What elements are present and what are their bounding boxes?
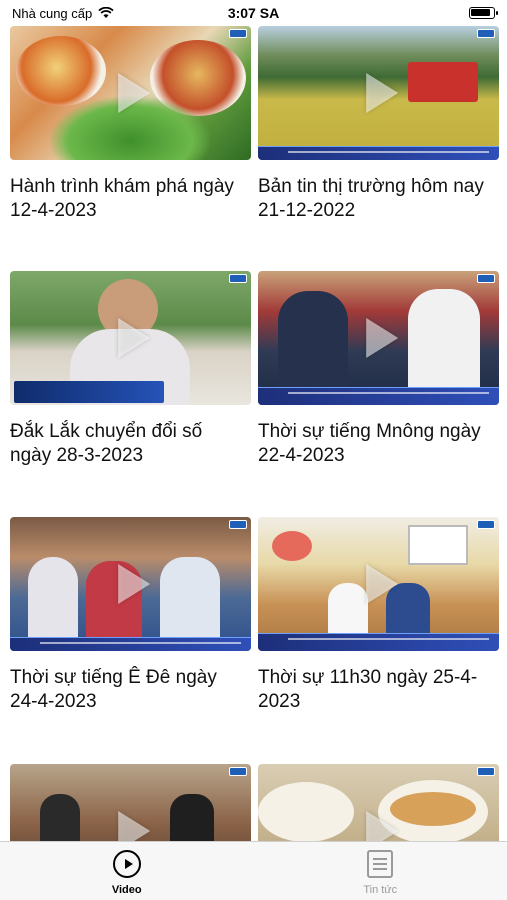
tab-news-label: Tin tức bbox=[363, 884, 398, 896]
video-title[interactable]: Thời sự tiếng Ê Đê ngày 24-4-2023 bbox=[10, 666, 251, 714]
video-card[interactable] bbox=[10, 764, 251, 841]
status-left: Nhà cung cấp bbox=[12, 6, 114, 21]
play-icon bbox=[365, 564, 398, 604]
channel-logo bbox=[229, 767, 247, 776]
tab-video[interactable]: Video bbox=[0, 842, 254, 900]
video-thumbnail[interactable] bbox=[258, 26, 499, 160]
play-icon bbox=[117, 811, 150, 841]
play-icon bbox=[365, 811, 398, 841]
video-card[interactable]: Thời sự 11h30 ngày 25-4-2023 bbox=[258, 517, 499, 714]
video-title[interactable]: Thời sự tiếng Mnông ngày 22-4-2023 bbox=[258, 420, 499, 468]
video-title[interactable]: Đắk Lắk chuyển đổi số ngày 28-3-2023 bbox=[10, 420, 251, 468]
video-card[interactable]: Thời sự tiếng Mnông ngày 22-4-2023 bbox=[258, 271, 499, 468]
play-icon bbox=[117, 318, 150, 358]
video-title[interactable]: Thời sự 11h30 ngày 25-4-2023 bbox=[258, 666, 499, 714]
play-icon bbox=[365, 318, 398, 358]
channel-logo bbox=[477, 29, 495, 38]
channel-logo bbox=[477, 274, 495, 283]
play-icon bbox=[117, 564, 150, 604]
video-thumbnail[interactable] bbox=[10, 517, 251, 651]
news-ticker bbox=[258, 387, 499, 405]
channel-logo bbox=[229, 29, 247, 38]
battery-icon bbox=[469, 7, 498, 19]
video-thumbnail[interactable] bbox=[10, 271, 251, 405]
channel-logo bbox=[477, 767, 495, 776]
video-thumbnail[interactable] bbox=[258, 764, 499, 841]
carrier-label: Nhà cung cấp bbox=[12, 5, 93, 21]
video-thumbnail[interactable] bbox=[10, 764, 251, 841]
play-circle-icon bbox=[112, 850, 141, 878]
tab-news[interactable]: Tin tức bbox=[254, 842, 507, 900]
tab-bar: Video Tin tức bbox=[0, 841, 507, 900]
channel-logo bbox=[229, 274, 247, 283]
video-card[interactable] bbox=[258, 764, 499, 841]
channel-logo bbox=[229, 520, 247, 529]
news-ticker bbox=[10, 637, 251, 651]
news-ticker bbox=[258, 633, 499, 651]
status-bar: Nhà cung cấp 3:07 SA bbox=[0, 0, 507, 26]
clock: 3:07 SA bbox=[227, 5, 280, 21]
lower-third-caption bbox=[14, 381, 164, 403]
video-thumbnail[interactable] bbox=[258, 271, 499, 405]
channel-logo bbox=[477, 520, 495, 529]
tab-video-label: Video bbox=[111, 884, 142, 896]
video-title[interactable]: Hành trình khám phá ngày 12-4-2023 bbox=[10, 175, 251, 223]
video-card[interactable]: Đắk Lắk chuyển đổi số ngày 28-3-2023 bbox=[10, 271, 251, 468]
video-card[interactable]: Hành trình khám phá ngày 12-4-2023 bbox=[10, 26, 251, 223]
play-icon bbox=[365, 73, 398, 113]
video-card[interactable]: Thời sự tiếng Ê Đê ngày 24-4-2023 bbox=[10, 517, 251, 714]
newspaper-icon bbox=[367, 850, 394, 878]
video-card[interactable]: Bản tin thị trường hôm nay 21-12-2022 bbox=[258, 26, 499, 223]
play-icon bbox=[117, 73, 150, 113]
video-thumbnail[interactable] bbox=[258, 517, 499, 651]
video-thumbnail[interactable] bbox=[10, 26, 251, 160]
video-grid[interactable]: Hành trình khám phá ngày 12-4-2023 Bản t… bbox=[0, 26, 507, 841]
wifi-icon bbox=[98, 7, 114, 18]
video-title[interactable]: Bản tin thị trường hôm nay 21-12-2022 bbox=[258, 175, 499, 223]
news-ticker bbox=[258, 146, 499, 160]
